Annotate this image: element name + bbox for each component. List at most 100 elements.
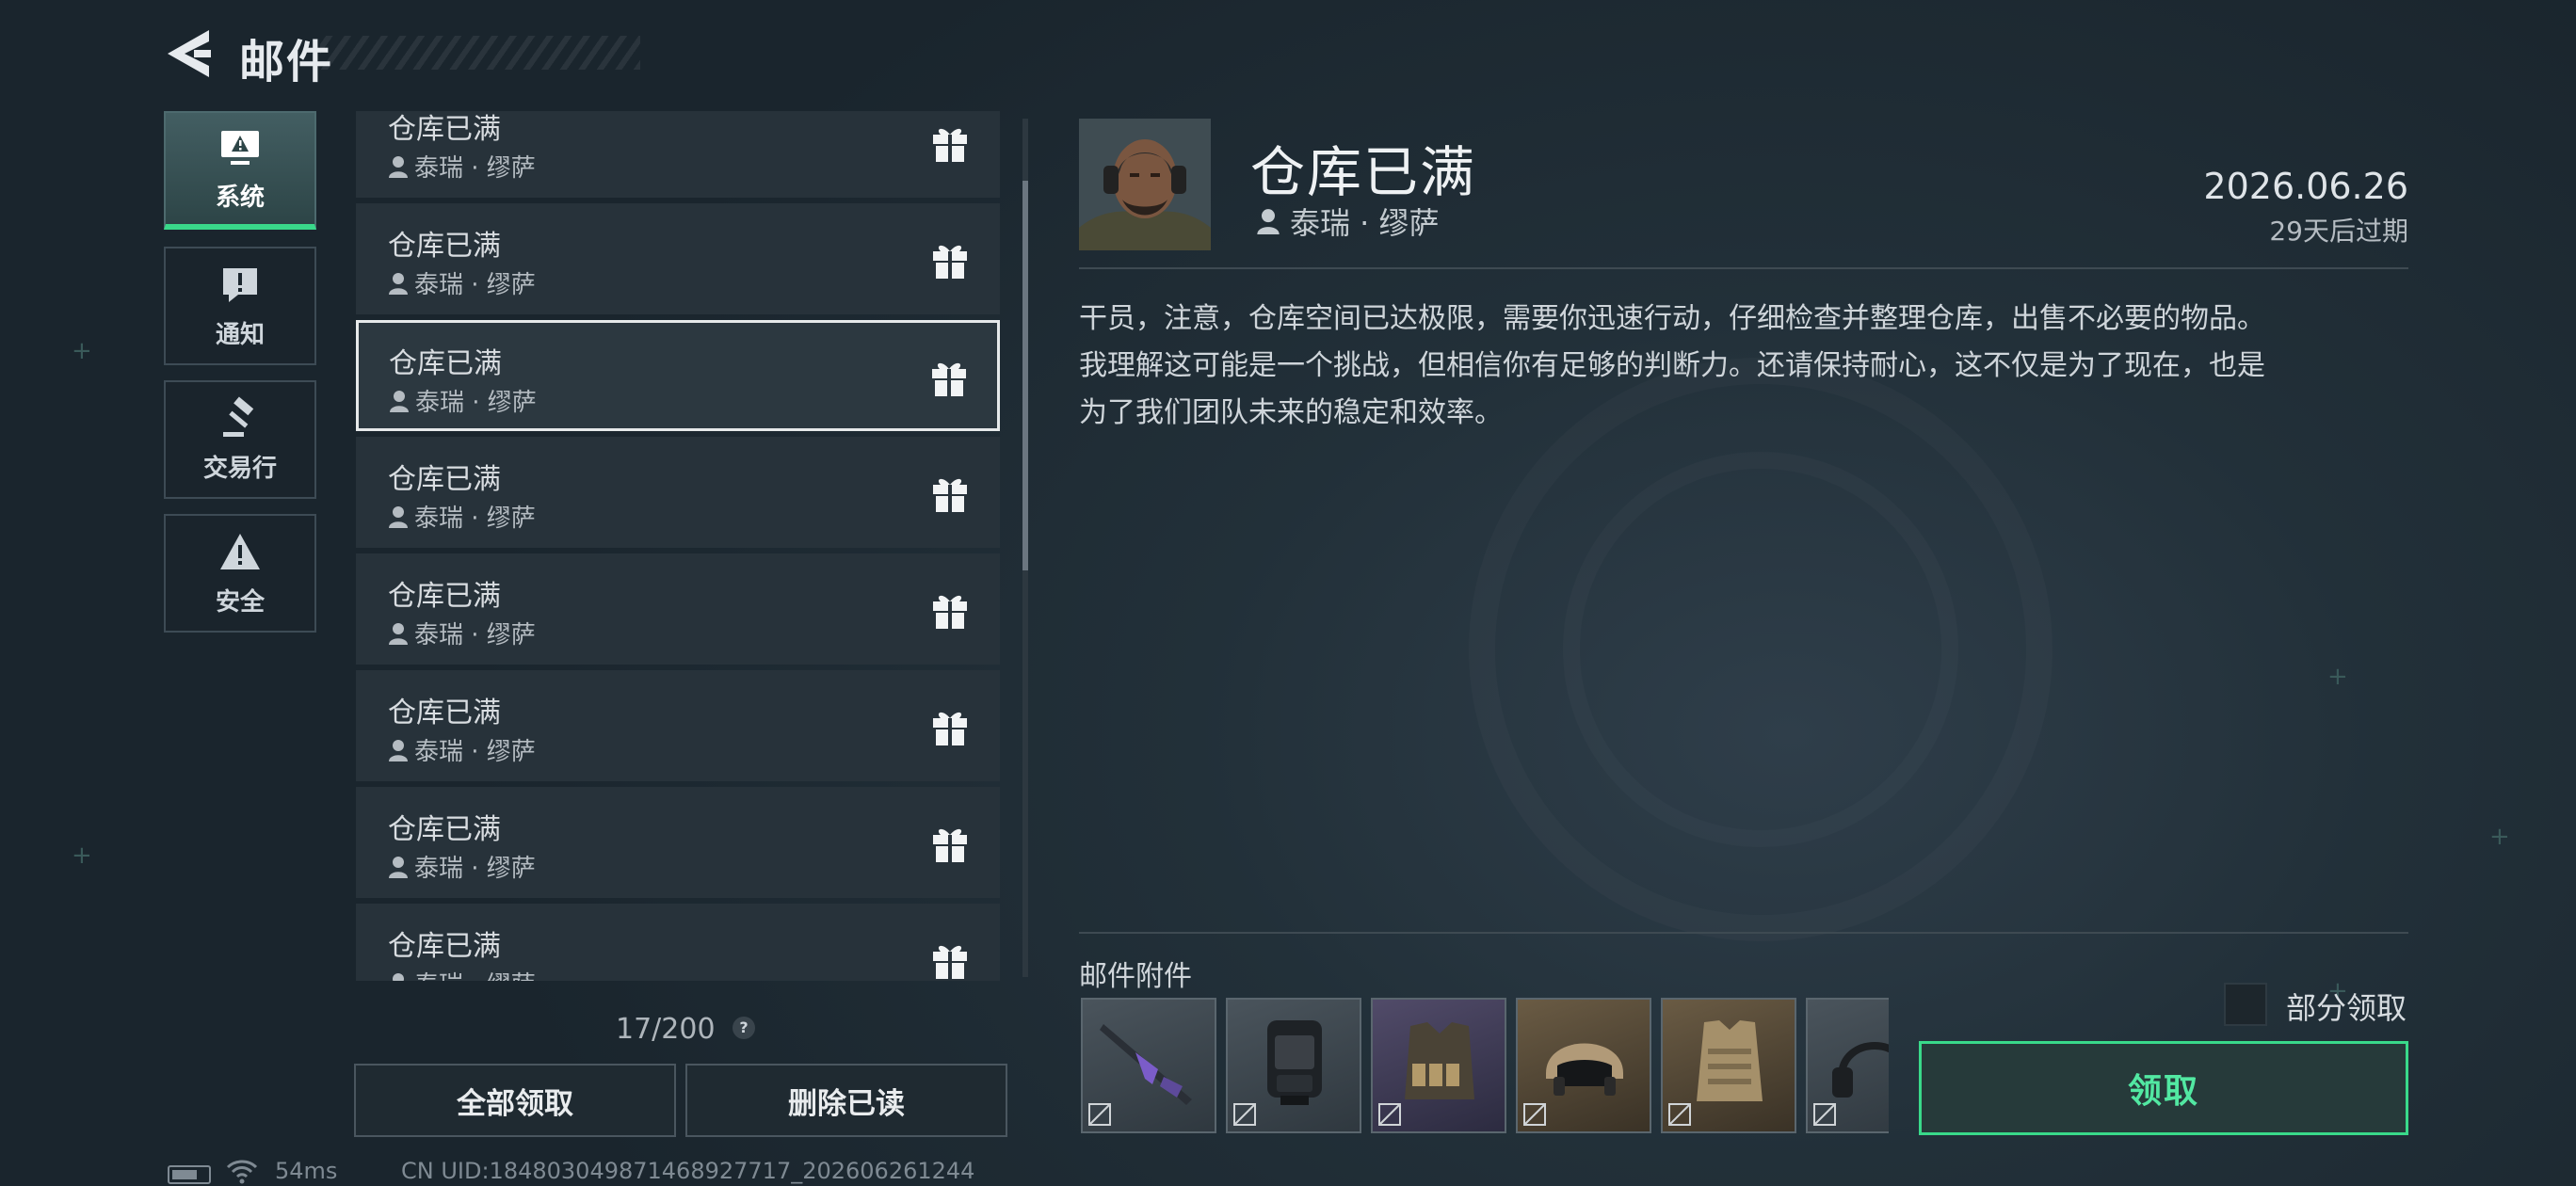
attachment-slot[interactable] — [1081, 998, 1216, 1133]
attachment-slot[interactable] — [1371, 998, 1506, 1133]
sender-name: 泰瑞 · 缪萨 — [1290, 205, 1440, 241]
sender-name: 泰瑞 · 缪萨 — [415, 389, 537, 417]
person-icon — [393, 972, 404, 981]
body-line: 干员，注意，仓库空间已达极限，需要你迅速行动，仔细检查并整理仓库，出售不必要的物… — [1079, 302, 2265, 335]
tab-label: 系统 — [215, 183, 265, 212]
attachments-label: 邮件附件 — [1079, 960, 1192, 993]
untradeable-icon — [1088, 1103, 1111, 1126]
mail-title: 仓库已满 — [388, 113, 501, 146]
mail-sender: 泰瑞 · 缪萨 — [389, 383, 537, 418]
delete-read-button[interactable]: 删除已读 — [685, 1064, 1007, 1137]
back-arrow-icon[interactable] — [162, 26, 213, 81]
speech-exclaim-icon — [223, 267, 257, 302]
expire-text: 29天后过期 — [2269, 216, 2408, 247]
person-icon — [389, 272, 408, 295]
help-icon[interactable]: ? — [733, 1017, 755, 1039]
tab-label: 安全 — [215, 587, 265, 617]
uid-text: CN UID:184803049871468927717_20260626124… — [401, 1158, 975, 1184]
gift-icon — [933, 478, 967, 512]
tab-label: 交易行 — [202, 454, 277, 483]
mail-title: 仓库已满 — [388, 580, 501, 613]
sender-name: 泰瑞 · 缪萨 — [414, 621, 536, 649]
backpack-icon — [1267, 1020, 1322, 1105]
claim-button[interactable]: 领取 — [1919, 1041, 2408, 1135]
mail-sender: 泰瑞 · 缪萨 — [388, 149, 536, 184]
mail-title: 仓库已满 — [388, 813, 501, 846]
mail-sender: 泰瑞 · 缪萨 — [388, 966, 536, 981]
detail-title: 仓库已满 — [1250, 140, 1477, 204]
warning-triangle-icon — [220, 533, 260, 569]
gift-icon — [933, 595, 967, 629]
mail-item[interactable]: 仓库已满 泰瑞 · 缪萨 — [356, 553, 1000, 665]
gift-icon — [933, 128, 967, 162]
mail-sender: 泰瑞 · 缪萨 — [388, 732, 536, 767]
attachment-slot[interactable] — [1806, 998, 1889, 1133]
mail-item[interactable]: 仓库已满 泰瑞 · 缪萨 — [356, 111, 1000, 198]
mail-item[interactable]: 仓库已满 泰瑞 · 缪萨 — [356, 437, 1000, 548]
mail-date: 2026.06.26 — [2203, 166, 2408, 207]
mail-list[interactable]: 仓库已满 泰瑞 · 缪萨 仓库已满 泰瑞 · 缪萨 仓库已满 泰瑞 · 缪萨 仓… — [356, 111, 1002, 981]
mail-sender: 泰瑞 · 缪萨 — [388, 499, 536, 534]
body-line: 我理解这可能是一个挑战，但相信你有足够的判断力。还请保持耐心，这不仅是为了现在，… — [1079, 349, 2265, 382]
plus-decoration: + — [72, 841, 92, 870]
detail-sender: 泰瑞 · 缪萨 — [1256, 200, 1440, 243]
sender-avatar — [1079, 119, 1211, 250]
background-emblem — [1469, 358, 2053, 941]
tab-system[interactable]: 系统 — [164, 111, 316, 230]
body-armor-icon — [1697, 1020, 1763, 1101]
plus-decoration: + — [2327, 663, 2348, 691]
tab-trade[interactable]: 交易行 — [164, 380, 316, 499]
gift-icon — [933, 828, 967, 862]
scrollbar-thumb[interactable] — [1022, 181, 1028, 570]
gavel-icon — [223, 396, 254, 437]
body-line: 为了我们团队未来的稳定和效率。 — [1079, 396, 1503, 429]
ping-text: 54ms — [275, 1158, 338, 1184]
untradeable-icon — [1668, 1103, 1691, 1126]
battery-icon — [168, 1165, 211, 1184]
partial-claim-checkbox[interactable] — [2224, 983, 2267, 1026]
attachment-slot[interactable] — [1661, 998, 1796, 1133]
tab-label: 通知 — [215, 320, 265, 349]
untradeable-icon — [1813, 1103, 1836, 1126]
mail-title: 仓库已满 — [388, 230, 501, 263]
plus-decoration: + — [2489, 823, 2510, 851]
divider — [1079, 932, 2408, 934]
sender-name: 泰瑞 · 缪萨 — [414, 966, 536, 981]
plus-decoration: + — [72, 337, 92, 365]
helmet-icon — [1546, 1043, 1623, 1096]
attachments-strip[interactable] — [1081, 998, 1889, 1135]
person-icon — [389, 739, 408, 761]
partial-claim-label[interactable]: 部分领取 — [2286, 985, 2407, 1028]
person-icon — [390, 390, 409, 412]
sender-name: 泰瑞 · 缪萨 — [414, 154, 536, 183]
tactical-vest-icon — [1405, 1022, 1474, 1099]
gift-icon — [933, 245, 967, 279]
untradeable-icon — [1233, 1103, 1256, 1126]
tab-notice[interactable]: 通知 — [164, 247, 316, 365]
sender-name: 泰瑞 · 缪萨 — [414, 505, 536, 533]
claim-all-button[interactable]: 全部领取 — [354, 1064, 676, 1137]
wifi-icon — [226, 1160, 258, 1184]
headset-icon — [1832, 1042, 1889, 1098]
untradeable-icon — [1378, 1103, 1401, 1126]
sender-name: 泰瑞 · 缪萨 — [414, 855, 536, 883]
attachment-slot[interactable] — [1516, 998, 1651, 1133]
mail-item[interactable]: 仓库已满 泰瑞 · 缪萨 — [356, 203, 1000, 314]
mail-count: 17/200 — [616, 1013, 716, 1046]
sender-name: 泰瑞 · 缪萨 — [414, 738, 536, 766]
tab-security[interactable]: 安全 — [164, 514, 316, 633]
mail-item-selected[interactable]: 仓库已满 泰瑞 · 缪萨 — [356, 320, 1000, 431]
mail-title: 仓库已满 — [388, 697, 501, 729]
soldier-portrait-icon — [1079, 119, 1211, 250]
person-icon — [389, 622, 408, 645]
mail-sender: 泰瑞 · 缪萨 — [388, 616, 536, 650]
mail-item[interactable]: 仓库已满 泰瑞 · 缪萨 — [356, 904, 1000, 981]
person-icon — [1257, 209, 1280, 234]
attachment-slot[interactable] — [1226, 998, 1361, 1133]
mail-item[interactable]: 仓库已满 泰瑞 · 缪萨 — [356, 787, 1000, 898]
monitor-alert-icon — [221, 130, 259, 165]
mail-sender: 泰瑞 · 缪萨 — [388, 849, 536, 884]
mail-item[interactable]: 仓库已满 泰瑞 · 缪萨 — [356, 670, 1000, 781]
mail-body: 干员，注意，仓库空间已达极限，需要你迅速行动，仔细检查并整理仓库，出售不必要的物… — [1079, 296, 2388, 437]
untradeable-icon — [1523, 1103, 1546, 1126]
